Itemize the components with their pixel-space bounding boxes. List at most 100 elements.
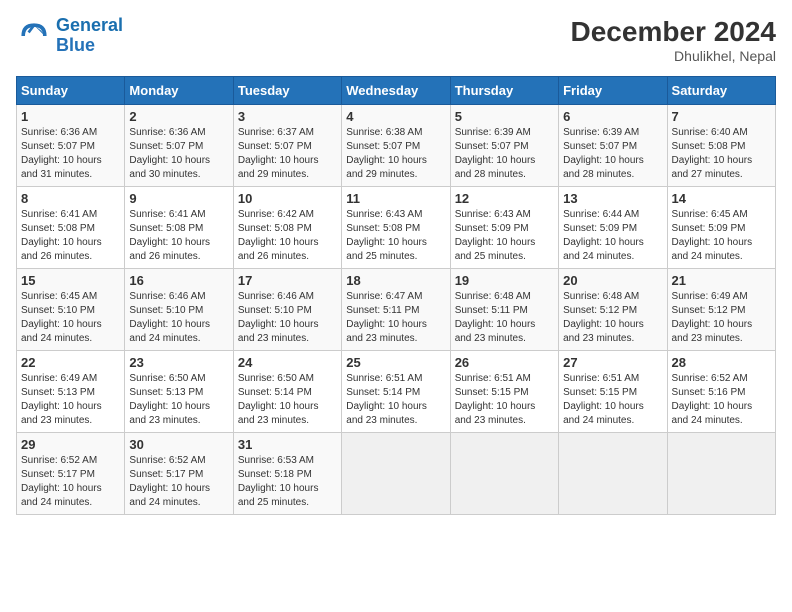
calendar-cell: [667, 433, 775, 515]
day-number: 17: [238, 273, 337, 288]
header-sunday: Sunday: [17, 77, 125, 105]
day-info: Sunrise: 6:50 AM Sunset: 5:14 PM Dayligh…: [238, 372, 337, 428]
day-number: 3: [238, 109, 337, 124]
day-info: Sunrise: 6:42 AM Sunset: 5:08 PM Dayligh…: [238, 208, 337, 264]
logo: General Blue: [16, 16, 123, 56]
day-number: 19: [455, 273, 554, 288]
day-info: Sunrise: 6:39 AM Sunset: 5:07 PM Dayligh…: [563, 126, 662, 182]
week-row-3: 15 Sunrise: 6:45 AM Sunset: 5:10 PM Dayli…: [17, 269, 776, 351]
day-number: 12: [455, 191, 554, 206]
calendar-cell: 18 Sunrise: 6:47 AM Sunset: 5:11 PM Dayli…: [342, 269, 450, 351]
calendar-cell: 29 Sunrise: 6:52 AM Sunset: 5:17 PM Dayli…: [17, 433, 125, 515]
day-number: 2: [129, 109, 228, 124]
day-info: Sunrise: 6:52 AM Sunset: 5:16 PM Dayligh…: [672, 372, 771, 428]
day-info: Sunrise: 6:39 AM Sunset: 5:07 PM Dayligh…: [455, 126, 554, 182]
header-thursday: Thursday: [450, 77, 558, 105]
day-info: Sunrise: 6:41 AM Sunset: 5:08 PM Dayligh…: [21, 208, 120, 264]
calendar-cell: 12 Sunrise: 6:43 AM Sunset: 5:09 PM Dayli…: [450, 187, 558, 269]
day-info: Sunrise: 6:48 AM Sunset: 5:12 PM Dayligh…: [563, 290, 662, 346]
header-monday: Monday: [125, 77, 233, 105]
month-title: December 2024: [571, 16, 776, 48]
calendar-cell: 21 Sunrise: 6:49 AM Sunset: 5:12 PM Dayli…: [667, 269, 775, 351]
day-info: Sunrise: 6:52 AM Sunset: 5:17 PM Dayligh…: [21, 454, 120, 510]
day-info: Sunrise: 6:51 AM Sunset: 5:14 PM Dayligh…: [346, 372, 445, 428]
calendar-cell: [342, 433, 450, 515]
day-info: Sunrise: 6:47 AM Sunset: 5:11 PM Dayligh…: [346, 290, 445, 346]
calendar-cell: [559, 433, 667, 515]
calendar-cell: 16 Sunrise: 6:46 AM Sunset: 5:10 PM Dayli…: [125, 269, 233, 351]
calendar-cell: 25 Sunrise: 6:51 AM Sunset: 5:14 PM Dayli…: [342, 351, 450, 433]
day-number: 13: [563, 191, 662, 206]
day-number: 1: [21, 109, 120, 124]
day-number: 6: [563, 109, 662, 124]
calendar-cell: 19 Sunrise: 6:48 AM Sunset: 5:11 PM Dayli…: [450, 269, 558, 351]
day-info: Sunrise: 6:37 AM Sunset: 5:07 PM Dayligh…: [238, 126, 337, 182]
calendar-cell: 6 Sunrise: 6:39 AM Sunset: 5:07 PM Daylig…: [559, 105, 667, 187]
day-number: 28: [672, 355, 771, 370]
day-number: 30: [129, 437, 228, 452]
calendar-cell: 20Sunrise: 6:48 AM Sunset: 5:12 PM Dayli…: [559, 269, 667, 351]
calendar-cell: 14Sunrise: 6:45 AM Sunset: 5:09 PM Dayli…: [667, 187, 775, 269]
day-info: Sunrise: 6:51 AM Sunset: 5:15 PM Dayligh…: [455, 372, 554, 428]
day-info: Sunrise: 6:45 AM Sunset: 5:09 PM Dayligh…: [672, 208, 771, 264]
calendar-cell: 2 Sunrise: 6:36 AM Sunset: 5:07 PM Daylig…: [125, 105, 233, 187]
day-number: 29: [21, 437, 120, 452]
day-info: Sunrise: 6:53 AM Sunset: 5:18 PM Dayligh…: [238, 454, 337, 510]
calendar-cell: 23 Sunrise: 6:50 AM Sunset: 5:13 PM Dayli…: [125, 351, 233, 433]
page-header: General Blue December 2024 Dhulikhel, Ne…: [16, 16, 776, 64]
day-info: Sunrise: 6:40 AM Sunset: 5:08 PM Dayligh…: [672, 126, 771, 182]
day-number: 11: [346, 191, 445, 206]
calendar-cell: 28 Sunrise: 6:52 AM Sunset: 5:16 PM Dayli…: [667, 351, 775, 433]
day-info: Sunrise: 6:51 AM Sunset: 5:15 PM Dayligh…: [563, 372, 662, 428]
calendar-cell: 27Sunrise: 6:51 AM Sunset: 5:15 PM Dayli…: [559, 351, 667, 433]
day-number: 4: [346, 109, 445, 124]
day-info: Sunrise: 6:52 AM Sunset: 5:17 PM Dayligh…: [129, 454, 228, 510]
week-row-1: 1 Sunrise: 6:36 AM Sunset: 5:07 PM Daylig…: [17, 105, 776, 187]
day-number: 16: [129, 273, 228, 288]
calendar-cell: 22 Sunrise: 6:49 AM Sunset: 5:13 PM Dayli…: [17, 351, 125, 433]
calendar-cell: 17 Sunrise: 6:46 AM Sunset: 5:10 PM Dayli…: [233, 269, 341, 351]
week-row-2: 8Sunrise: 6:41 AM Sunset: 5:08 PM Daylig…: [17, 187, 776, 269]
day-info: Sunrise: 6:46 AM Sunset: 5:10 PM Dayligh…: [129, 290, 228, 346]
calendar-header-row: SundayMondayTuesdayWednesdayThursdayFrid…: [17, 77, 776, 105]
day-number: 31: [238, 437, 337, 452]
day-info: Sunrise: 6:50 AM Sunset: 5:13 PM Dayligh…: [129, 372, 228, 428]
calendar-cell: 26 Sunrise: 6:51 AM Sunset: 5:15 PM Dayli…: [450, 351, 558, 433]
calendar-cell: 3 Sunrise: 6:37 AM Sunset: 5:07 PM Daylig…: [233, 105, 341, 187]
header-wednesday: Wednesday: [342, 77, 450, 105]
day-number: 24: [238, 355, 337, 370]
day-number: 7: [672, 109, 771, 124]
day-number: 21: [672, 273, 771, 288]
day-info: Sunrise: 6:46 AM Sunset: 5:10 PM Dayligh…: [238, 290, 337, 346]
day-info: Sunrise: 6:36 AM Sunset: 5:07 PM Dayligh…: [21, 126, 120, 182]
day-number: 22: [21, 355, 120, 370]
day-number: 5: [455, 109, 554, 124]
day-info: Sunrise: 6:43 AM Sunset: 5:08 PM Dayligh…: [346, 208, 445, 264]
calendar-cell: 5 Sunrise: 6:39 AM Sunset: 5:07 PM Daylig…: [450, 105, 558, 187]
calendar-cell: [450, 433, 558, 515]
day-info: Sunrise: 6:45 AM Sunset: 5:10 PM Dayligh…: [21, 290, 120, 346]
logo-line2: Blue: [56, 35, 95, 55]
location: Dhulikhel, Nepal: [571, 48, 776, 64]
logo-line1: General: [56, 15, 123, 35]
calendar-cell: 31 Sunrise: 6:53 AM Sunset: 5:18 PM Dayli…: [233, 433, 341, 515]
day-info: Sunrise: 6:36 AM Sunset: 5:07 PM Dayligh…: [129, 126, 228, 182]
day-number: 26: [455, 355, 554, 370]
header-tuesday: Tuesday: [233, 77, 341, 105]
day-number: 9: [129, 191, 228, 206]
week-row-5: 29 Sunrise: 6:52 AM Sunset: 5:17 PM Dayli…: [17, 433, 776, 515]
day-info: Sunrise: 6:41 AM Sunset: 5:08 PM Dayligh…: [129, 208, 228, 264]
calendar-cell: 7 Sunrise: 6:40 AM Sunset: 5:08 PM Daylig…: [667, 105, 775, 187]
week-row-4: 22 Sunrise: 6:49 AM Sunset: 5:13 PM Dayli…: [17, 351, 776, 433]
day-number: 25: [346, 355, 445, 370]
day-info: Sunrise: 6:49 AM Sunset: 5:12 PM Dayligh…: [672, 290, 771, 346]
day-number: 15: [21, 273, 120, 288]
calendar-cell: 15 Sunrise: 6:45 AM Sunset: 5:10 PM Dayli…: [17, 269, 125, 351]
day-info: Sunrise: 6:48 AM Sunset: 5:11 PM Dayligh…: [455, 290, 554, 346]
day-number: 18: [346, 273, 445, 288]
day-info: Sunrise: 6:49 AM Sunset: 5:13 PM Dayligh…: [21, 372, 120, 428]
day-info: Sunrise: 6:43 AM Sunset: 5:09 PM Dayligh…: [455, 208, 554, 264]
day-info: Sunrise: 6:44 AM Sunset: 5:09 PM Dayligh…: [563, 208, 662, 264]
calendar-cell: 11 Sunrise: 6:43 AM Sunset: 5:08 PM Dayli…: [342, 187, 450, 269]
day-number: 23: [129, 355, 228, 370]
